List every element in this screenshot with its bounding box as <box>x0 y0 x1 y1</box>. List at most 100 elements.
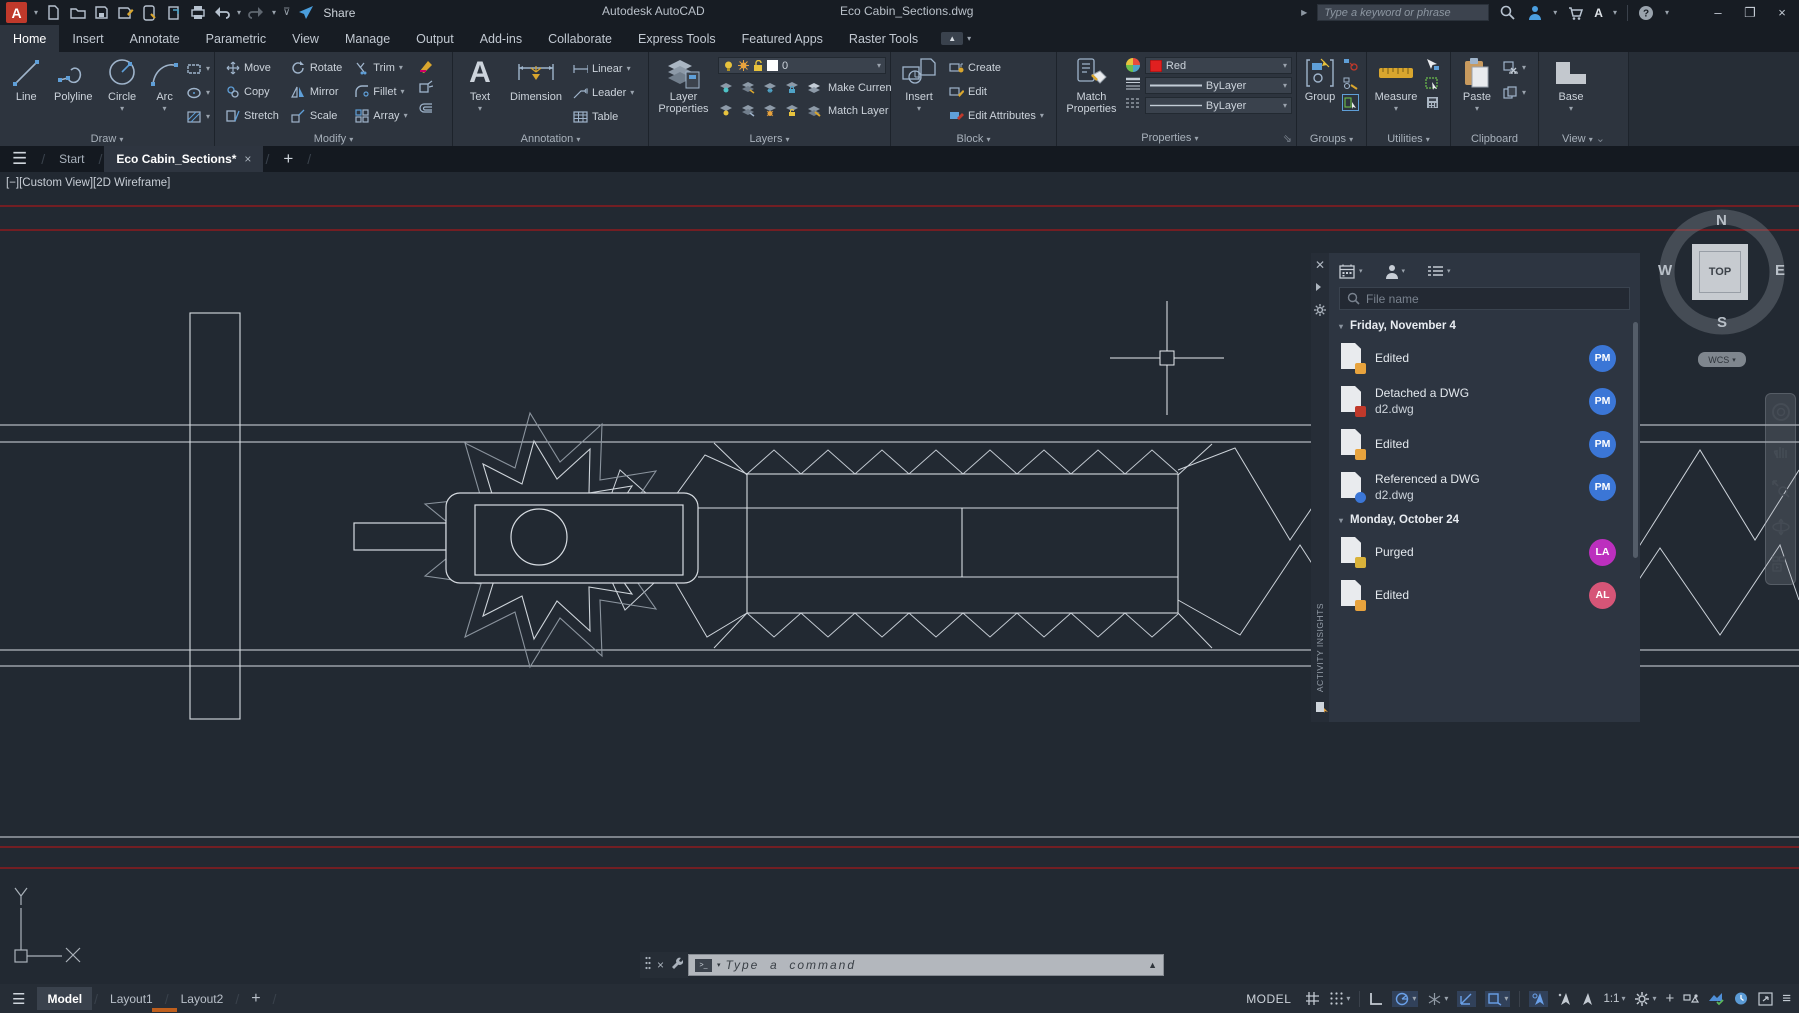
command-input[interactable] <box>726 958 1144 972</box>
hatch-tool-button[interactable]: ▾ <box>187 107 210 126</box>
avatar[interactable]: LA <box>1589 539 1616 566</box>
group-selection-toggle-icon[interactable] <box>1343 95 1358 110</box>
ribbon-tab-parametric[interactable]: Parametric <box>193 25 279 52</box>
command-expand-icon[interactable]: ▲ <box>1148 960 1157 970</box>
layer-off-icon[interactable] <box>718 80 733 95</box>
text-caret-icon[interactable]: ▾ <box>478 103 482 115</box>
paste-caret-icon[interactable]: ▾ <box>1475 103 1479 115</box>
measure-caret-icon[interactable]: ▾ <box>1394 103 1398 115</box>
layer-lock-icon[interactable] <box>784 80 799 95</box>
activity-autohide-icon[interactable] <box>1315 281 1326 295</box>
circle-button[interactable]: Circle ▾ <box>102 55 142 126</box>
activity-type-filter-button[interactable]: ▾ <box>1427 265 1451 278</box>
file-tab-menu-icon[interactable]: ☰ <box>0 149 39 169</box>
file-tab-active[interactable]: Eco Cabin_Sections* × <box>104 146 263 172</box>
search-expand-icon[interactable]: ▶ <box>1301 8 1307 17</box>
base-button[interactable]: Base ▾ <box>1549 55 1593 115</box>
ribbon-tab-home[interactable]: Home <box>0 25 59 52</box>
activity-row[interactable]: Purged LA <box>1339 535 1630 569</box>
workspace-caret-icon[interactable]: ▾ <box>1652 994 1656 1003</box>
layer-combo-caret-icon[interactable]: ▾ <box>877 61 881 70</box>
redo-caret-icon[interactable]: ▾ <box>272 8 276 17</box>
layer-properties-button[interactable]: Layer Properties <box>655 55 712 120</box>
fillet-caret-icon[interactable]: ▾ <box>401 87 405 96</box>
create-block-button[interactable]: Create <box>949 58 1044 77</box>
ungroup-icon[interactable] <box>1343 57 1358 72</box>
layout-menu-icon[interactable]: ☰ <box>0 990 37 1008</box>
ribbon-tab-raster-tools[interactable]: Raster Tools <box>836 25 931 52</box>
help-search-input[interactable] <box>1317 4 1489 21</box>
show-motion-icon[interactable] <box>1772 556 1790 577</box>
customize-qat-icon[interactable]: ⊽ <box>283 7 290 18</box>
grid-toggle-icon[interactable] <box>1305 991 1320 1006</box>
rectangle-tool-button[interactable]: ▾ <box>187 59 210 78</box>
annotation-scale-icon[interactable] <box>1581 992 1594 1006</box>
new-file-icon[interactable] <box>45 4 62 21</box>
polyline-button[interactable]: Polyline <box>50 55 96 126</box>
copy-button[interactable]: Copy <box>225 82 279 101</box>
panel-groups-label[interactable]: Groups ▾ <box>1297 133 1366 145</box>
command-drag-grip[interactable] <box>645 956 651 975</box>
avatar[interactable]: PM <box>1589 431 1616 458</box>
insert-caret-icon[interactable]: ▾ <box>917 103 921 115</box>
viewcube-north[interactable]: N <box>1716 212 1727 229</box>
new-drawing-tab-button[interactable]: + <box>271 146 305 172</box>
autoscale-toggle-icon[interactable] <box>1557 992 1572 1006</box>
workspace-gear-icon[interactable]: ▾ <box>1634 991 1656 1007</box>
activity-close-icon[interactable]: ✕ <box>1315 258 1325 272</box>
new-layout-button[interactable]: + <box>241 987 270 1010</box>
group-button[interactable]: Group <box>1300 55 1340 110</box>
object-color-combo[interactable]: Red ▾ <box>1145 57 1292 74</box>
activity-date-group[interactable]: ▾Friday, November 4 <box>1339 320 1630 332</box>
panel-utilities-label[interactable]: Utilities ▾ <box>1367 133 1450 145</box>
model-space-toggle[interactable]: MODEL <box>1241 990 1296 1008</box>
base-caret-icon[interactable]: ▾ <box>1569 103 1573 115</box>
panel-layers-label[interactable]: Layers ▾ <box>649 133 890 145</box>
edit-attributes-button[interactable]: Edit Attributes ▾ <box>949 106 1044 125</box>
minimize-button[interactable]: – <box>1707 5 1729 20</box>
object-snap-caret-icon[interactable]: ▾ <box>1504 994 1508 1003</box>
polar-caret-icon[interactable]: ▾ <box>1412 994 1416 1003</box>
hatch-caret-icon[interactable]: ▾ <box>206 112 210 121</box>
file-tab-start[interactable]: Start <box>47 146 96 172</box>
paste-button[interactable]: Paste ▾ <box>1457 55 1497 115</box>
pan-icon[interactable] <box>1772 442 1790 465</box>
file-tab-close-icon[interactable]: × <box>244 152 251 166</box>
sign-in-icon[interactable] <box>1526 4 1543 21</box>
plot-icon[interactable] <box>189 4 206 21</box>
layer-select-combo[interactable]: 0 ▾ <box>718 57 886 74</box>
annotation-visibility-toggle-icon[interactable] <box>1529 991 1548 1007</box>
erase-icon[interactable] <box>418 58 433 73</box>
clean-screen-icon[interactable] <box>1758 992 1773 1006</box>
select-all-icon[interactable] <box>1425 76 1440 91</box>
isometric-caret-icon[interactable]: ▾ <box>1444 994 1448 1003</box>
arc-caret-icon[interactable]: ▾ <box>163 103 167 115</box>
autocad-app-icon[interactable]: A <box>6 2 27 23</box>
wcs-menu-button[interactable]: WCS▾ <box>1698 352 1746 367</box>
copy-clip-caret-icon[interactable]: ▾ <box>1522 88 1526 97</box>
text-button[interactable]: A Text ▾ <box>461 55 499 126</box>
explode-icon[interactable] <box>418 79 433 94</box>
measure-button[interactable]: Measure ▾ <box>1371 55 1421 115</box>
zoom-icon[interactable] <box>1772 480 1790 503</box>
layout-tab-layout1[interactable]: Layout1 <box>100 987 163 1010</box>
linetype-combo[interactable]: ByLayer ▾ <box>1145 97 1292 114</box>
activity-scrollbar-thumb[interactable] <box>1633 322 1638 558</box>
quick-calculator-icon[interactable] <box>1425 95 1440 110</box>
ortho-toggle-icon[interactable] <box>1369 992 1383 1006</box>
linetype-icon[interactable] <box>1125 95 1140 110</box>
save-as-icon[interactable] <box>117 4 134 21</box>
insert-button[interactable]: Insert ▾ <box>897 55 941 125</box>
circle-caret-icon[interactable]: ▾ <box>120 103 124 115</box>
activity-row[interactable]: Edited PM <box>1339 427 1630 461</box>
polar-tracking-toggle-icon[interactable]: ▾ <box>1392 991 1418 1007</box>
redo-icon[interactable] <box>248 4 265 21</box>
layer-freeze-icon[interactable] <box>762 80 777 95</box>
layer-unlock-all-icon[interactable] <box>784 103 799 118</box>
ribbon-tab-annotate[interactable]: Annotate <box>117 25 193 52</box>
activity-row[interactable]: Referenced a DWG d2.dwg PM <box>1339 470 1630 504</box>
mirror-button[interactable]: Mirror <box>291 82 342 101</box>
linear-button[interactable]: Linear ▾ <box>573 59 634 78</box>
avatar[interactable]: PM <box>1589 345 1616 372</box>
table-button[interactable]: Table <box>573 107 634 126</box>
